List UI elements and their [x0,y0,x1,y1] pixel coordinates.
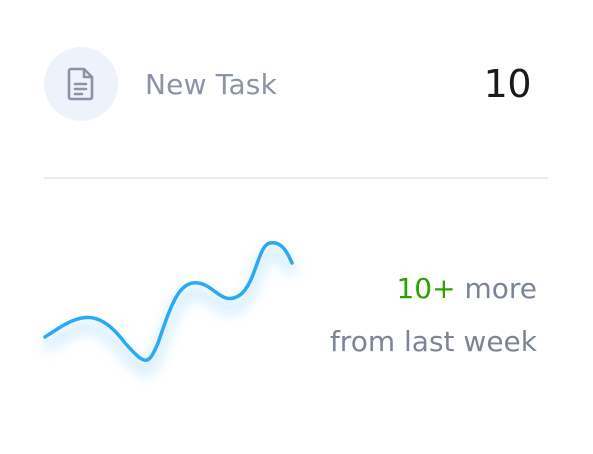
sparkline-line [43,240,294,362]
trend-delta-suffix: more [464,272,537,305]
task-count: 10 [483,62,532,106]
trend-delta-line: 10+ more [330,262,537,315]
trend-sparkline [42,240,297,376]
document-icon [67,67,94,101]
card-header: New Task 10 [44,47,537,121]
trend-period: from last week [329,325,537,358]
card-title: New Task [145,67,278,101]
divider [44,177,548,179]
trend-delta: 10+ [396,272,456,305]
stat-card: New Task 10 10+ more from last week [0,0,593,454]
icon-badge [44,47,118,121]
trend-stats: 10+ more from last week [330,262,537,368]
